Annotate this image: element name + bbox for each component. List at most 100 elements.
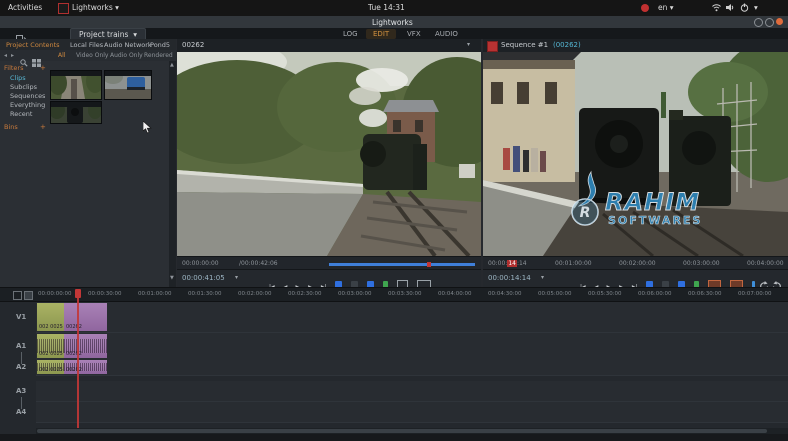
sequence-tile-icon[interactable] bbox=[487, 41, 498, 52]
sequence-transport-row: 00:00:14:14 ▾ |◀ ◀ ▶ ▶ ▶| bbox=[483, 269, 788, 287]
sidebar-item-recent[interactable]: Recent bbox=[10, 110, 32, 118]
timeline-panel: 00:00:00:00 00:00:30:00 00:01:00:00 00:0… bbox=[0, 287, 788, 441]
sequence-ruler-label: 00:02:00:00 bbox=[619, 260, 656, 267]
lightworks-app-icon bbox=[58, 3, 69, 14]
chevron-down-icon: ▾ bbox=[133, 30, 137, 39]
filter-audio-only[interactable]: Audio Only bbox=[110, 52, 143, 59]
filter-rendered[interactable]: Rendered bbox=[144, 52, 173, 59]
app-menu-button[interactable]: Lightworks ▾ bbox=[72, 3, 119, 12]
ruler-label: 00:03:30:00 bbox=[388, 291, 422, 297]
tab-log[interactable]: LOG bbox=[336, 29, 365, 39]
timecode-menu-icon[interactable]: ▾ bbox=[541, 274, 544, 281]
source-viewer-header[interactable]: 00262 ▾ bbox=[177, 39, 481, 53]
filter-all[interactable]: All bbox=[58, 52, 65, 59]
track-row-v1[interactable] bbox=[36, 302, 788, 333]
rahim-softwares-watermark: R RAHIM SOFTWARES bbox=[561, 170, 751, 236]
close-button[interactable] bbox=[776, 18, 783, 25]
ruler-label: 00:05:00:00 bbox=[538, 291, 572, 297]
volume-icon[interactable] bbox=[726, 3, 735, 14]
watermark-line2: SOFTWARES bbox=[608, 214, 702, 227]
network-icon[interactable] bbox=[712, 3, 721, 14]
audio-clip-purple-a1[interactable]: 00262 bbox=[64, 334, 107, 358]
track-label-a2[interactable]: A2 bbox=[16, 363, 26, 371]
filters-section-header: Filters bbox=[4, 64, 23, 72]
clock[interactable]: Tue 14:31 bbox=[368, 3, 405, 12]
video-clip-purple[interactable]: 00262 bbox=[64, 303, 107, 331]
source-mark-timecode: 00:00:00:00 bbox=[182, 260, 219, 267]
sidebar-item-clips[interactable]: Clips bbox=[10, 74, 26, 82]
clip-thumbnail-1[interactable] bbox=[50, 70, 102, 100]
tab-audio[interactable]: AUDIO bbox=[428, 29, 465, 39]
main-toolbar: Project trains ▾ LOG EDIT VFX AUDIO bbox=[0, 28, 788, 39]
audio-clip-purple-a2[interactable]: 00262 bbox=[64, 360, 107, 374]
ruler-label: 00:00:30:00 bbox=[88, 291, 122, 297]
scroll-down-icon[interactable]: ▼ bbox=[170, 275, 174, 281]
source-video-frame bbox=[177, 52, 481, 256]
scroll-up-icon[interactable]: ▲ bbox=[170, 62, 174, 68]
tab-edit[interactable]: EDIT bbox=[366, 29, 396, 39]
sequence-ruler-row[interactable]: 00:00:14:14 00:01:00:00 00:02:00:00 00:0… bbox=[483, 256, 788, 270]
thumbnail-label-bar bbox=[51, 71, 101, 76]
sequence-title-ref: (00262) bbox=[553, 41, 581, 49]
timeline-settings-icon[interactable] bbox=[13, 291, 22, 300]
track-label-a3[interactable]: A3 bbox=[16, 387, 26, 395]
source-progress-knob[interactable] bbox=[427, 262, 431, 267]
clip-thumbnail-2[interactable] bbox=[104, 70, 152, 100]
timeline-playhead[interactable] bbox=[77, 289, 79, 428]
activities-button[interactable]: Activities bbox=[8, 3, 42, 12]
ruler-label: 00:01:00:00 bbox=[138, 291, 172, 297]
track-link-line bbox=[21, 352, 22, 364]
window-title: Lightworks bbox=[372, 18, 413, 27]
source-info-row: 00:00:00:00 /00:00:42:06 bbox=[177, 256, 481, 270]
maximize-button[interactable] bbox=[765, 18, 774, 27]
minimize-button[interactable] bbox=[754, 18, 763, 27]
video-clip-green[interactable]: 002 0025 bbox=[37, 303, 64, 331]
timeline-playhead-handle[interactable] bbox=[75, 289, 81, 298]
audio-clip-green-a2[interactable]: 002 0025 bbox=[37, 360, 64, 374]
timeline-hscrollbar-thumb[interactable] bbox=[37, 429, 767, 433]
add-filter-button[interactable]: + bbox=[40, 64, 46, 72]
sidebar-item-subclips[interactable]: Subclips bbox=[10, 83, 37, 91]
track-row-a1[interactable] bbox=[36, 333, 788, 360]
timeline-footer bbox=[0, 434, 788, 441]
track-row-a4[interactable] bbox=[36, 402, 788, 423]
bin-scrollbar[interactable]: ▲ ▼ bbox=[169, 61, 176, 287]
ruler-label: 00:02:30:00 bbox=[288, 291, 322, 297]
ruler-label: 00:04:30:00 bbox=[488, 291, 522, 297]
keyboard-layout-indicator[interactable]: en ▾ bbox=[658, 3, 674, 12]
track-row-a3[interactable] bbox=[36, 381, 788, 402]
track-row-a2[interactable] bbox=[36, 359, 788, 376]
tab-vfx[interactable]: VFX bbox=[400, 29, 428, 39]
sequence-current-timecode[interactable]: 00:00:14:14 bbox=[488, 274, 531, 282]
watermark-initial: R bbox=[580, 205, 591, 221]
history-back-icon[interactable]: ◂ bbox=[4, 52, 7, 59]
track-label-v1[interactable]: V1 bbox=[16, 313, 26, 321]
system-menu-chevron-icon[interactable]: ▾ bbox=[754, 3, 758, 12]
timeline-tracks-icon[interactable] bbox=[24, 291, 33, 300]
track-link-line bbox=[21, 397, 22, 409]
source-viewer: 00262 ▾ bbox=[177, 39, 481, 287]
mouse-cursor bbox=[143, 119, 152, 138]
add-bin-button[interactable]: + bbox=[40, 123, 46, 131]
sequence-video-frame: R RAHIM SOFTWARES bbox=[483, 52, 788, 256]
timecode-menu-icon[interactable]: ▾ bbox=[235, 274, 238, 281]
filter-video-only[interactable]: Video Only bbox=[76, 52, 108, 59]
screen-record-indicator-icon bbox=[641, 4, 649, 12]
sidebar-item-everything[interactable]: Everything bbox=[10, 101, 45, 109]
bin-filter-bar: ◂ ▸ All Video Only Audio Only Rendered bbox=[0, 50, 176, 61]
sequence-viewer-header[interactable]: Sequence #1 (00262) bbox=[483, 39, 788, 53]
clip-thumbnail-3[interactable] bbox=[50, 101, 102, 124]
source-current-timecode[interactable]: 00:00:41:05 bbox=[182, 274, 225, 282]
history-forward-icon[interactable]: ▸ bbox=[11, 52, 14, 59]
bins-section-header: Bins bbox=[4, 123, 18, 131]
power-icon[interactable] bbox=[740, 3, 749, 14]
desktop-top-bar: Activities Lightworks ▾ Tue 14:31 en ▾ ▾ bbox=[0, 0, 788, 16]
sidebar-item-sequences[interactable]: Sequences bbox=[10, 92, 45, 100]
thumbnail-label-bar bbox=[51, 102, 101, 107]
timeline-ruler[interactable]: 00:00:00:00 00:00:30:00 00:01:00:00 00:0… bbox=[0, 288, 788, 302]
track-label-a4[interactable]: A4 bbox=[16, 408, 26, 416]
track-label-a1[interactable]: A1 bbox=[16, 342, 26, 350]
viewer-menu-icon[interactable]: ▾ bbox=[467, 41, 470, 48]
audio-clip-green-a1[interactable]: 002 0025 bbox=[37, 334, 64, 358]
source-progress-bar[interactable] bbox=[329, 263, 475, 266]
